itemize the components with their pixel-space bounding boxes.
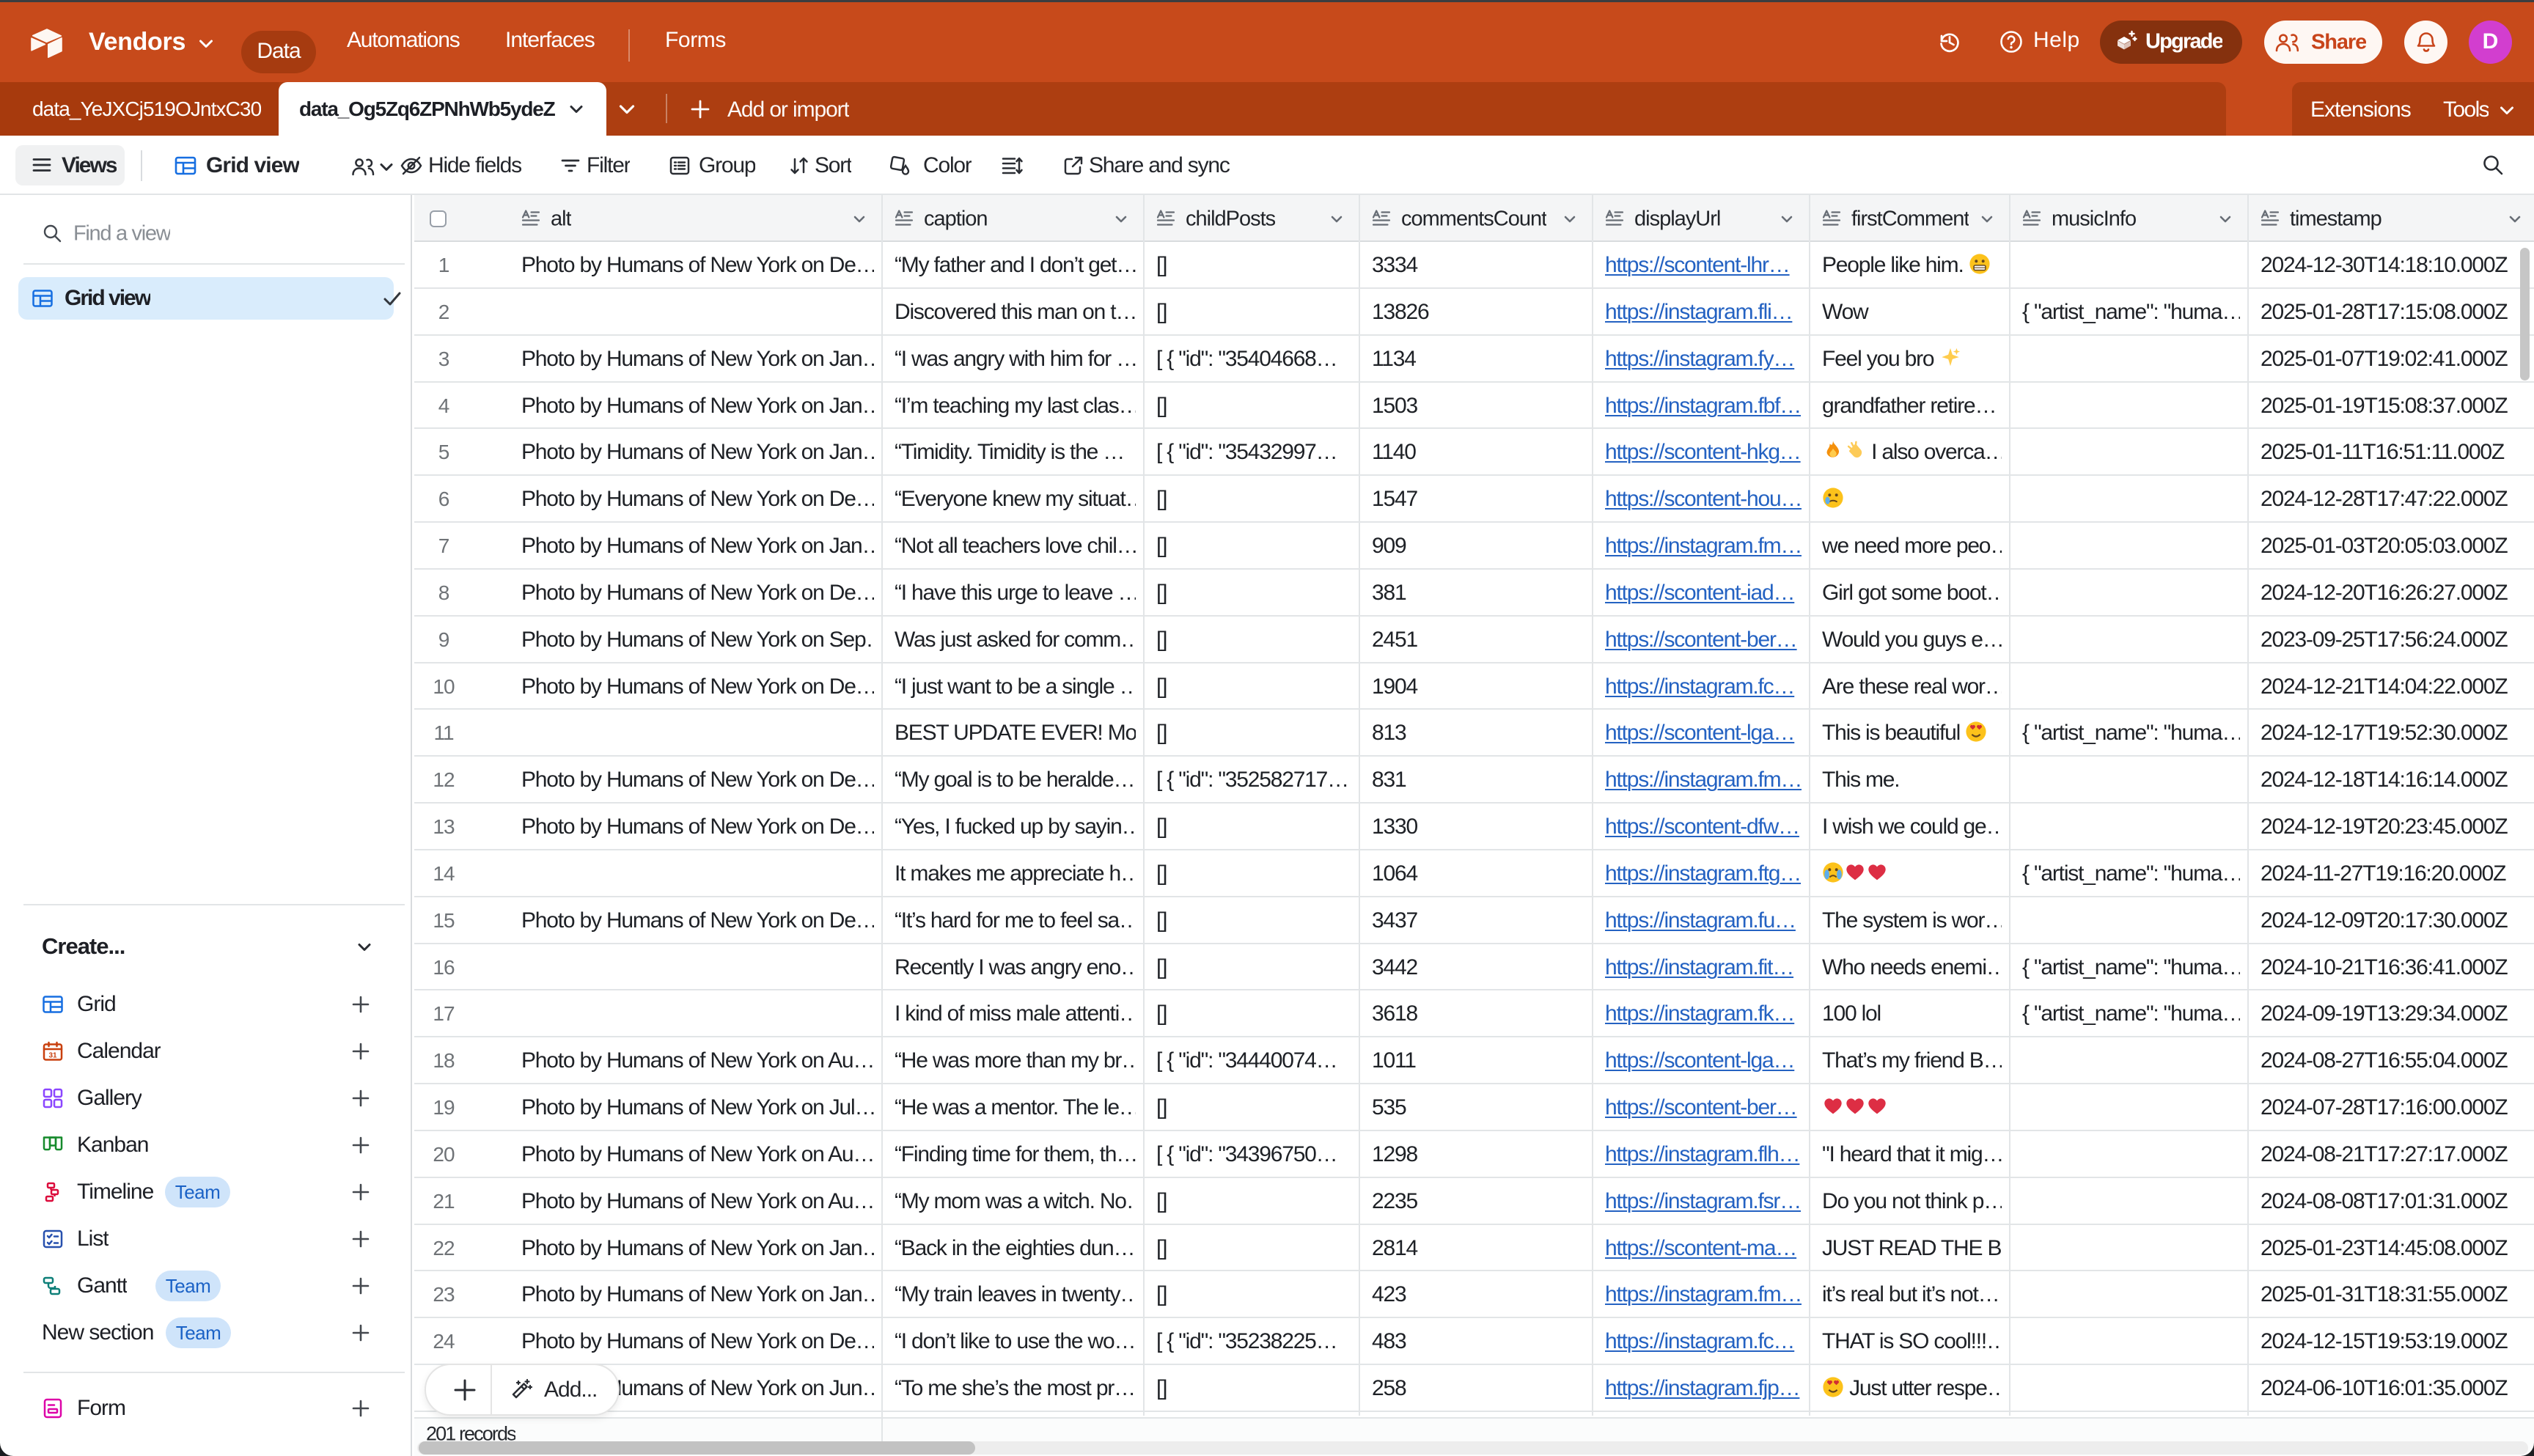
svg-text:31: 31 (48, 1052, 57, 1060)
